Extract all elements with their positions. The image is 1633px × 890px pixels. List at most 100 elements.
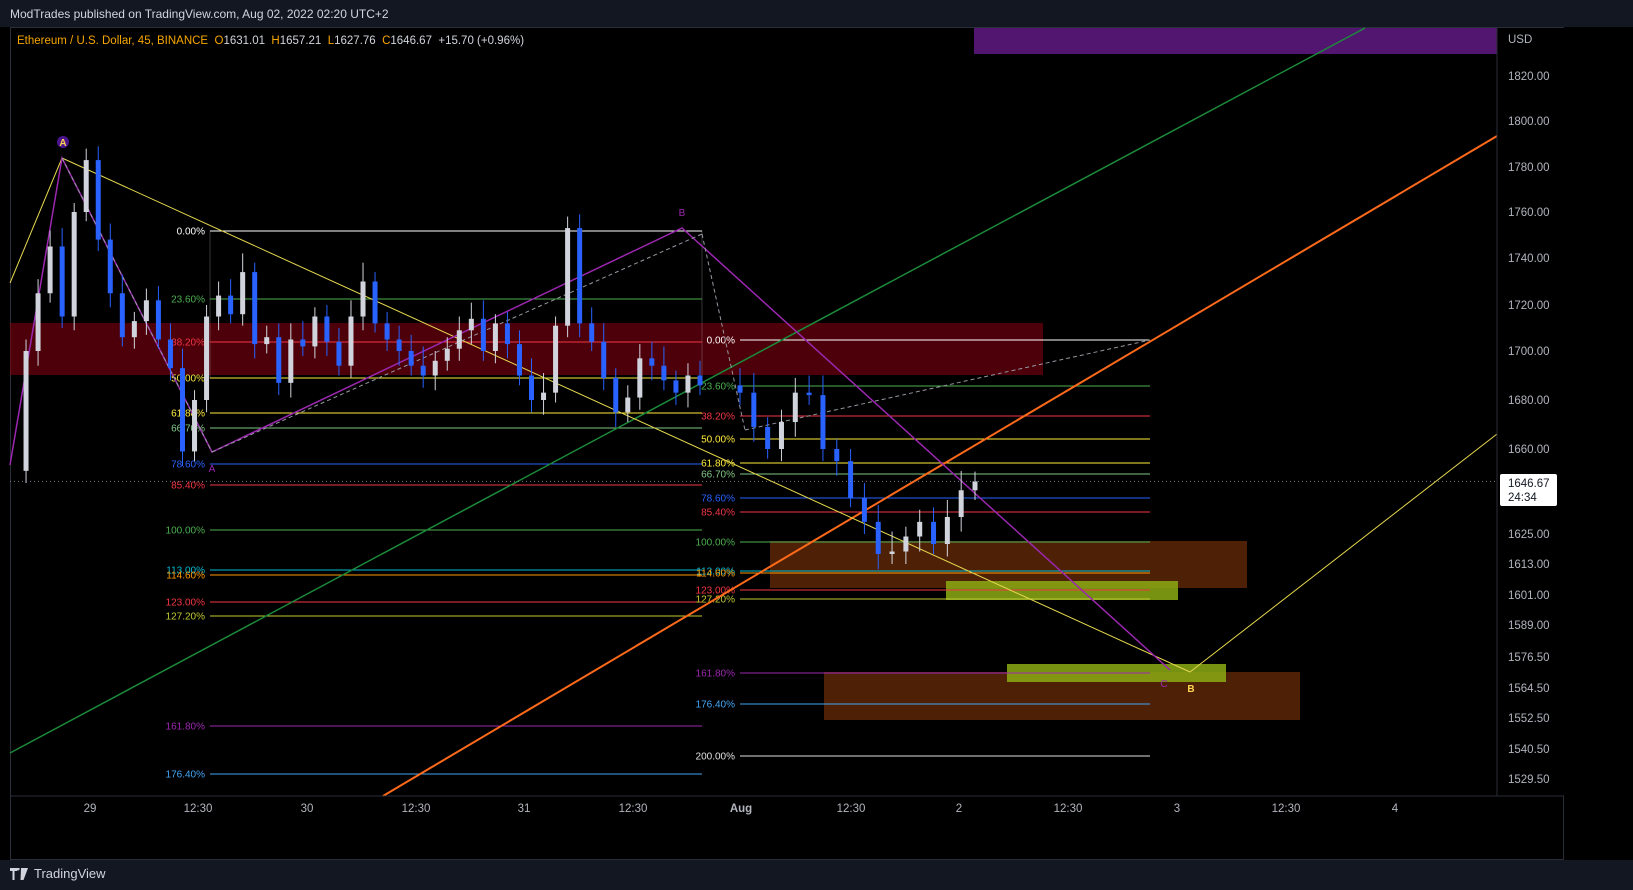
wave-label-c-end: C	[1160, 679, 1167, 690]
candle-body	[131, 321, 137, 338]
time-tick-label: 2	[956, 803, 962, 815]
price-tick-label: 1740.00	[1508, 253, 1550, 265]
time-tick-label: 31	[518, 803, 531, 815]
candle-body	[903, 536, 909, 552]
time-tick-label: 12:30	[619, 803, 648, 815]
candle-body	[685, 375, 691, 393]
fib-left-label: 161.80%	[166, 722, 206, 733]
tradingview-logo[interactable]: TradingView	[10, 866, 106, 881]
candle-body	[47, 246, 53, 294]
wave-label-b-mid: B	[679, 208, 686, 219]
candle-body	[661, 365, 667, 381]
candle-body	[553, 325, 559, 393]
candle-body	[972, 481, 978, 491]
candle-body	[673, 380, 679, 393]
high-label: H	[271, 35, 280, 47]
candle-body	[917, 521, 923, 537]
candle-body	[492, 323, 498, 351]
candle-body	[601, 341, 607, 378]
wave-label-a-low: A	[209, 464, 216, 475]
time-tick-label: 4	[1392, 803, 1399, 815]
candle-body	[59, 246, 65, 317]
fib-right-label: 78.60%	[701, 494, 735, 505]
candle-body	[192, 400, 198, 452]
price-tick-label: 1700.00	[1508, 346, 1550, 358]
fib-right-label: 50.00%	[701, 435, 735, 446]
price-tick-label: 1660.00	[1508, 444, 1550, 456]
fib-left-label: 114.60%	[166, 571, 205, 582]
fib-left-label: 23.60%	[171, 295, 205, 306]
price-tick-label: 1589.00	[1508, 620, 1550, 632]
fib-left-label: 127.20%	[166, 612, 206, 623]
candle-body	[875, 521, 881, 554]
fib-right-label: 200.00%	[696, 752, 736, 763]
price-tick-label: 1780.00	[1508, 162, 1550, 174]
candle-body	[468, 318, 474, 331]
price-tick-label: 1576.50	[1508, 652, 1550, 664]
candle-body	[167, 339, 173, 369]
price-tick-label: 1720.00	[1508, 300, 1550, 312]
candle-body	[834, 449, 840, 462]
candle-body	[83, 160, 89, 212]
fib-left-label: 78.60%	[171, 460, 205, 471]
candle-body	[119, 293, 125, 338]
change-value: +15.70 (+0.96%)	[438, 35, 525, 47]
candle-body	[204, 316, 210, 400]
candle-body	[107, 239, 113, 294]
candle-body	[577, 228, 583, 324]
high-value: 1657.21	[279, 35, 322, 47]
time-tick-label: 30	[301, 803, 314, 815]
candle-body	[155, 300, 161, 340]
price-axis-bg	[1497, 28, 1564, 796]
candle-body	[529, 375, 535, 400]
candle-body	[456, 330, 462, 349]
price-tick-label: 1680.00	[1508, 395, 1550, 407]
wave-label-a-top: A	[59, 138, 66, 149]
fib-right-label: 61.80%	[701, 459, 735, 470]
fib-left-label: 85.40%	[171, 481, 205, 492]
candle-body	[589, 323, 595, 342]
time-tick-label: Aug	[730, 803, 752, 815]
candle-body	[480, 318, 486, 351]
candle-body	[806, 392, 812, 396]
yellow-downtrend	[61, 157, 1191, 673]
candle-body	[649, 358, 655, 366]
candle-body	[228, 295, 234, 315]
candle-body	[848, 461, 854, 498]
candle-body	[264, 337, 270, 345]
fib-left-label: 61.80%	[171, 409, 205, 420]
candle-body	[432, 360, 438, 376]
upper-purple-zone	[974, 28, 1497, 54]
footer-bar	[0, 860, 1633, 890]
candle-body	[240, 272, 246, 315]
candle-body	[444, 348, 450, 361]
price-chart[interactable]: 0.00%23.60%38.20%50.00%61.80%66.70%78.60…	[0, 0, 1633, 890]
candle-body	[931, 521, 937, 544]
candle-body	[625, 397, 631, 413]
supply-zone	[10, 323, 1043, 375]
time-tick-label: 12:30	[1054, 803, 1083, 815]
candle-body	[71, 212, 77, 317]
fib-right-label: 100.00%	[696, 538, 736, 549]
candle-body	[95, 160, 101, 240]
open-value: 1631.01	[223, 35, 266, 47]
countdown-label: 24:34	[1508, 492, 1537, 504]
candle-body	[861, 497, 867, 522]
fib-right-label: 161.80%	[696, 669, 736, 680]
candle-body	[420, 365, 426, 376]
tradingview-logo-icon	[10, 867, 28, 880]
low-value: 1627.76	[334, 35, 376, 47]
candle-body	[792, 392, 798, 423]
fib-right-label: 0.00%	[707, 336, 735, 347]
time-tick-label: 29	[84, 803, 97, 815]
candle-body	[360, 281, 366, 317]
candle-body	[216, 295, 222, 317]
fib-left-label: 100.00%	[166, 526, 206, 537]
candle-body	[312, 316, 318, 347]
fib-right-label: 23.60%	[701, 382, 735, 393]
candle-body	[751, 392, 757, 427]
time-tick-label: 12:30	[837, 803, 866, 815]
time-tick-label: 12:30	[184, 803, 213, 815]
candle-body	[35, 293, 41, 351]
price-tick-label: 1564.50	[1508, 683, 1550, 695]
